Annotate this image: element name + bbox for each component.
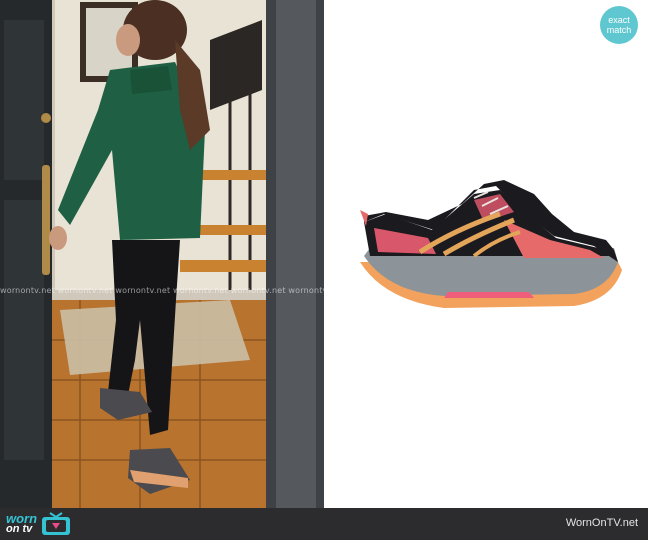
tv-still-photo: wornontv.net wornontv.net wornontv.net w… [0, 0, 324, 508]
watermark-text: wornontv.net wornontv.net wornontv.net w… [0, 286, 324, 295]
footer-bar: worn on tv WornOnTV.net [0, 508, 648, 540]
tv-icon [42, 512, 71, 535]
wornontv-logo[interactable]: worn on tv [6, 511, 71, 537]
shoe-illustration [360, 180, 622, 308]
site-name: WornOnTV.net [565, 517, 638, 529]
badge-line-1: exact [608, 15, 630, 25]
logo-text: worn on tv [6, 512, 37, 535]
product-photo [324, 0, 648, 508]
logo-ontv: on tv [6, 523, 33, 535]
badge-line-2: match [606, 25, 632, 35]
tv-still-illustration [0, 0, 324, 508]
exact-match-badge: exact match [600, 6, 638, 44]
